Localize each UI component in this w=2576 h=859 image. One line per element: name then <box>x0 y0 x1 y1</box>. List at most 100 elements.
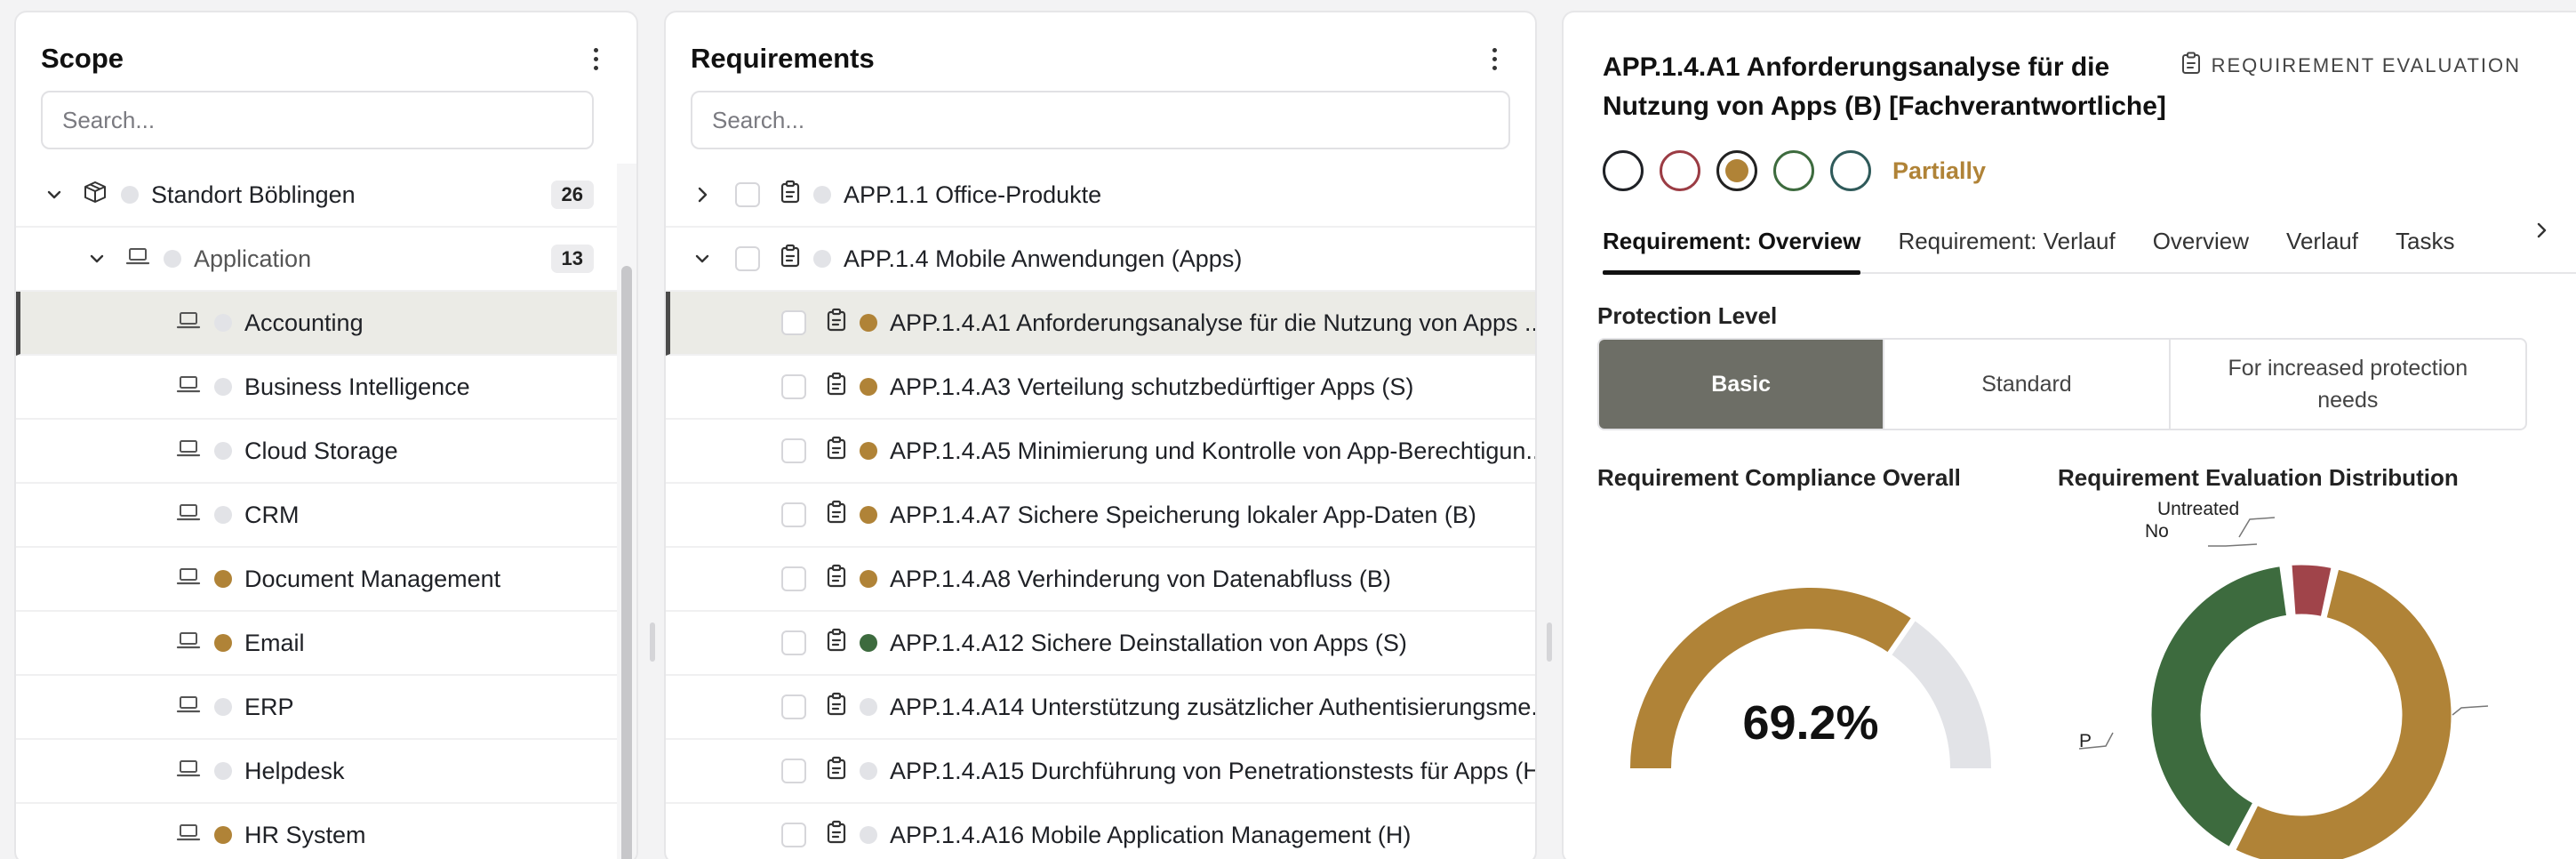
resize-handle[interactable] <box>1547 622 1552 662</box>
location-box-icon <box>82 179 108 212</box>
scope-item[interactable]: Business Intelligence <box>16 356 636 420</box>
tab-requirement-verlauf[interactable]: Requirement: Verlauf <box>1898 209 2115 273</box>
scope-item-label: Email <box>244 629 305 656</box>
status-dot <box>164 250 181 268</box>
row-checkbox[interactable] <box>781 310 806 335</box>
row-checkbox[interactable] <box>781 694 806 719</box>
requirement-item[interactable]: APP.1.4.A1 Anforderungsanalyse für die N… <box>666 292 1535 356</box>
clipboard-icon <box>826 308 847 339</box>
laptop-icon <box>175 307 202 340</box>
status-partially-button[interactable] <box>1716 150 1757 191</box>
scope-scroll-thumb[interactable] <box>621 266 632 859</box>
scope-item[interactable]: HR System <box>16 804 636 859</box>
chevron-down-icon[interactable] <box>43 183 66 206</box>
scope-item[interactable]: Accounting <box>16 292 636 356</box>
status-none-button[interactable] <box>1603 150 1644 191</box>
tab-overview[interactable]: Overview <box>2153 209 2249 273</box>
row-checkbox[interactable] <box>735 246 760 271</box>
scope-more-icon[interactable] <box>580 43 612 75</box>
row-checkbox[interactable] <box>781 374 806 399</box>
distribution-label: Requirement Evaluation Distribution <box>2058 464 2459 491</box>
requirements-more-icon[interactable] <box>1478 43 1510 75</box>
clipboard-icon <box>826 500 847 531</box>
chevron-down-icon[interactable] <box>691 247 714 270</box>
requirement-item[interactable]: APP.1.4.A12 Sichere Deinstallation von A… <box>666 612 1535 676</box>
status-no-button[interactable] <box>1660 150 1700 191</box>
status-dot <box>860 570 877 588</box>
detail-panel: APP.1.4.A1 Anforderungsanalyse für die N… <box>1562 11 2576 859</box>
requirement-item[interactable]: APP.1.4.A7 Sichere Speicherung lokaler A… <box>666 484 1535 548</box>
status-dot <box>121 186 139 204</box>
scope-item-label: Accounting <box>244 309 364 336</box>
status-dot <box>860 634 877 652</box>
laptop-icon <box>175 691 202 724</box>
resize-handle[interactable] <box>650 622 655 662</box>
status-selector: Partially <box>1603 150 1986 191</box>
requirement-evaluation-link[interactable]: REQUIREMENT EVALUATION <box>2181 52 2521 80</box>
tree-row-location[interactable]: Standort Böblingen 26 <box>16 164 636 228</box>
row-checkbox[interactable] <box>781 759 806 783</box>
tab-verlauf[interactable]: Verlauf <box>2286 209 2358 273</box>
distribution-donut-chart <box>2078 517 2489 859</box>
scope-item[interactable]: CRM <box>16 484 636 548</box>
status-not-applicable-button[interactable] <box>1830 150 1871 191</box>
chevron-down-icon[interactable] <box>85 247 108 270</box>
row-checkbox[interactable] <box>735 182 760 207</box>
requirement-item[interactable]: APP.1.4.A3 Verteilung schutzbedürftiger … <box>666 356 1535 420</box>
status-dot <box>214 314 232 332</box>
scope-search-input[interactable] <box>41 91 594 149</box>
donut-label-no: No <box>2145 521 2169 542</box>
scope-item-label: Document Management <box>244 565 501 592</box>
requirement-group-label: APP.1.4 Mobile Anwendungen (Apps) <box>844 245 1243 272</box>
tab-requirement-overview[interactable]: Requirement: Overview <box>1603 209 1861 275</box>
requirement-group[interactable]: APP.1.4 Mobile Anwendungen (Apps) <box>666 228 1535 292</box>
requirements-search-input[interactable] <box>691 91 1510 149</box>
laptop-icon <box>175 435 202 468</box>
status-dot <box>860 378 877 396</box>
row-checkbox[interactable] <box>781 823 806 847</box>
status-dot <box>860 442 877 460</box>
requirement-group[interactable]: APP.1.1 Office-Produkte <box>666 164 1535 228</box>
row-checkbox[interactable] <box>781 566 806 591</box>
row-checkbox[interactable] <box>781 630 806 655</box>
scope-item[interactable]: Email <box>16 612 636 676</box>
tree-row-label: Application <box>194 245 312 272</box>
protection-level-for-increased-protection-needs[interactable]: For increased protection needs <box>2168 340 2525 429</box>
chevron-right-icon[interactable] <box>2532 217 2551 247</box>
requirement-item-label: APP.1.4.A15 Durchführung von Penetration… <box>890 757 1537 784</box>
requirement-item[interactable]: APP.1.4.A8 Verhinderung von Datenabfluss… <box>666 548 1535 612</box>
requirement-item-label: APP.1.4.A3 Verteilung schutzbedürftiger … <box>890 373 1414 400</box>
requirement-item-label: APP.1.4.A16 Mobile Application Managemen… <box>890 821 1412 848</box>
tab-tasks[interactable]: Tasks <box>2396 209 2454 273</box>
requirement-item-label: APP.1.4.A8 Verhinderung von Datenabfluss… <box>890 565 1391 592</box>
row-checkbox[interactable] <box>781 502 806 527</box>
scope-header: Scope <box>41 34 612 84</box>
status-dot <box>860 762 877 780</box>
scope-item[interactable]: Document Management <box>16 548 636 612</box>
tree-row-application[interactable]: Application 13 <box>16 228 636 292</box>
requirement-item[interactable]: APP.1.4.A16 Mobile Application Managemen… <box>666 804 1535 859</box>
row-checkbox[interactable] <box>781 438 806 463</box>
protection-level-standard[interactable]: Standard <box>1883 340 2168 429</box>
requirement-item-label: APP.1.4.A1 Anforderungsanalyse für die N… <box>890 309 1537 336</box>
requirement-item[interactable]: APP.1.4.A5 Minimierung und Kontrolle von… <box>666 420 1535 484</box>
requirement-item-label: APP.1.4.A14 Unterstützung zusätzlicher A… <box>890 693 1537 720</box>
clipboard-icon <box>826 628 847 659</box>
donut-slice-yes[interactable] <box>2148 563 2290 850</box>
scope-item[interactable]: ERP <box>16 676 636 740</box>
count-badge: 13 <box>550 245 594 273</box>
scope-item[interactable]: Cloud Storage <box>16 420 636 484</box>
status-dot <box>813 250 831 268</box>
status-yes-button[interactable] <box>1773 150 1814 191</box>
scope-item[interactable]: Helpdesk <box>16 740 636 804</box>
requirement-item[interactable]: APP.1.4.A14 Unterstützung zusätzlicher A… <box>666 676 1535 740</box>
status-dot <box>214 570 232 588</box>
scope-item-label: Business Intelligence <box>244 373 470 400</box>
protection-level-basic[interactable]: Basic <box>1599 340 1884 429</box>
requirement-item[interactable]: APP.1.4.A15 Durchführung von Penetration… <box>666 740 1535 804</box>
requirement-item-label: APP.1.4.A7 Sichere Speicherung lokaler A… <box>890 501 1476 528</box>
clipboard-icon <box>826 820 847 851</box>
chevron-right-icon[interactable] <box>691 183 714 206</box>
laptop-icon <box>175 627 202 660</box>
scope-scrollbar[interactable] <box>617 164 636 859</box>
